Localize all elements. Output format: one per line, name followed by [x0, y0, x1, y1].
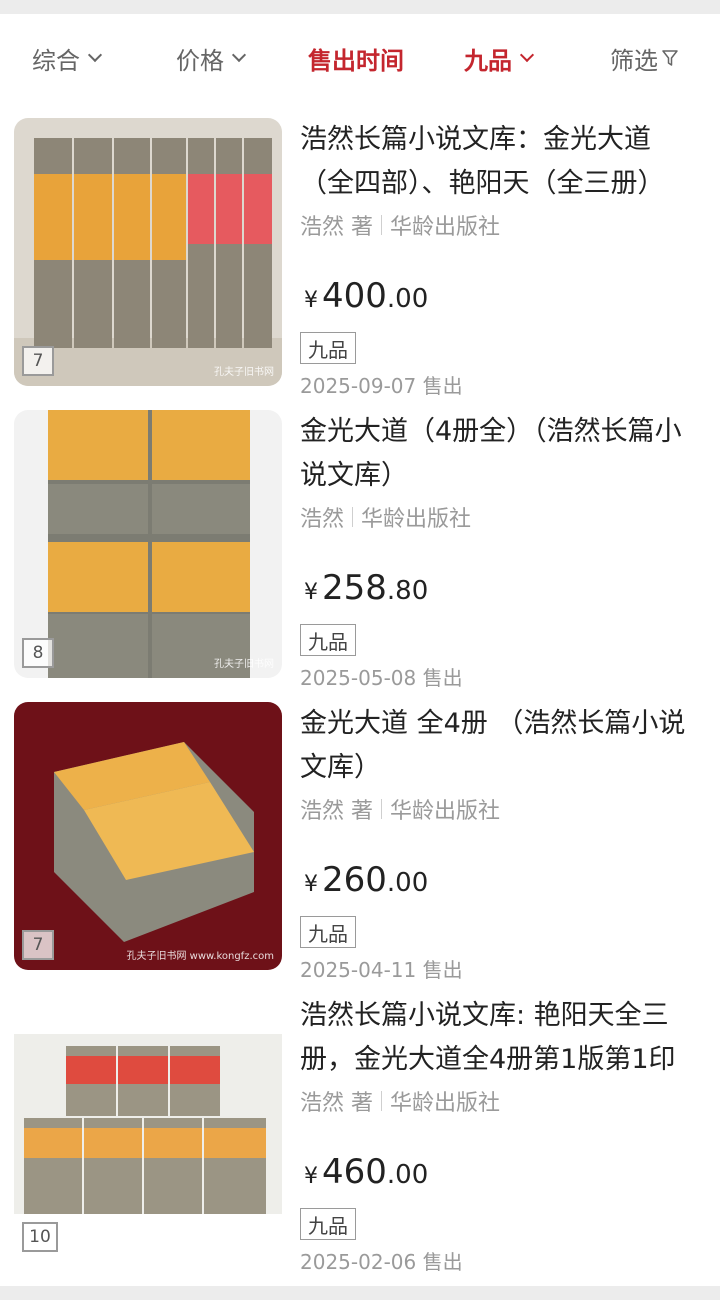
item-author: 浩然 著: [300, 215, 373, 240]
item-publisher: 华龄出版社: [390, 215, 501, 240]
chevron-down-icon: [231, 47, 247, 62]
image-count: 7: [22, 346, 54, 376]
item-title[interactable]: 金光大道（4册全）（浩然长篇小说文库）: [300, 410, 700, 498]
bottom-strip: [0, 1286, 720, 1300]
list-item[interactable]: 7 孔夫子旧书网 浩然长篇小说文库：金光大道（全四部）、艳阳天（全三册） 浩然 …: [0, 118, 720, 408]
divider: [381, 799, 382, 819]
top-strip: [0, 0, 720, 14]
book-thumbnail[interactable]: 8 孔夫子旧书网: [14, 410, 282, 678]
item-price: ¥ 460 .00: [304, 1152, 428, 1192]
item-author: 浩然: [300, 507, 345, 532]
item-price: ¥ 260 .00: [304, 860, 428, 900]
sort-comprehensive[interactable]: 综合: [32, 40, 103, 76]
currency-symbol: ¥: [304, 872, 318, 897]
sort-comprehensive-label: 综合: [32, 46, 80, 75]
item-price: ¥ 400 .00: [304, 276, 428, 316]
currency-symbol: ¥: [304, 1164, 318, 1189]
condition-dropdown-label: 九品: [464, 46, 512, 75]
item-title[interactable]: 浩然长篇小说文库：金光大道（全四部）、艳阳天（全三册）: [300, 118, 700, 206]
price-decimal: .80: [386, 576, 429, 606]
price-decimal: .00: [386, 868, 429, 898]
item-author: 浩然 著: [300, 799, 373, 824]
sold-date: 2025-04-11 售出: [300, 958, 463, 982]
condition-badge: 九品: [300, 332, 356, 364]
price-integer: 400: [322, 276, 387, 316]
book-photo: [14, 702, 282, 970]
filter-button-label: 筛选: [610, 46, 658, 75]
item-publisher: 华龄出版社: [390, 799, 501, 824]
book-thumbnail[interactable]: 7 孔夫子旧书网 www.kongfz.com: [14, 702, 282, 970]
item-meta: 浩然 著 华龄出版社: [300, 210, 700, 240]
image-count: 8: [22, 638, 54, 668]
condition-dropdown[interactable]: 九品: [464, 40, 535, 76]
item-author: 浩然 著: [300, 1091, 373, 1116]
image-count: 7: [22, 930, 54, 960]
item-meta: 浩然 著 华龄出版社: [300, 1086, 700, 1116]
currency-symbol: ¥: [304, 580, 318, 605]
filter-button[interactable]: 筛选: [610, 40, 678, 76]
condition-badge: 九品: [300, 1208, 356, 1240]
watermark: 孔夫子旧书网: [214, 367, 274, 378]
item-title[interactable]: 浩然长篇小说文库: 艳阳天全三册，金光大道全4册第1版第1印: [300, 994, 700, 1082]
list-item[interactable]: 10 孔夫子旧书网 浩然长篇小说文库: 艳阳天全三册，金光大道全4册第1版第1印…: [0, 994, 720, 1284]
watermark: 孔夫子旧书网 www.kongfz.com: [126, 951, 274, 962]
item-info: 金光大道 全4册 （浩然长篇小说文库） 浩然 著 华龄出版社 ¥ 260 .00…: [300, 702, 700, 982]
price-integer: 258: [322, 568, 387, 608]
book-thumbnail[interactable]: 7 孔夫子旧书网: [14, 118, 282, 386]
book-thumbnail[interactable]: 10 孔夫子旧书网: [14, 994, 282, 1262]
item-price: ¥ 258 .80: [304, 568, 428, 608]
sold-date: 2025-05-08 售出: [300, 666, 463, 690]
sort-price-label: 价格: [176, 46, 224, 75]
item-publisher: 华龄出版社: [390, 1091, 501, 1116]
sold-date: 2025-09-07 售出: [300, 374, 463, 398]
price-integer: 460: [322, 1152, 387, 1192]
sort-price[interactable]: 价格: [176, 40, 247, 76]
chevron-down-icon: [519, 47, 535, 62]
watermark: 孔夫子旧书网: [214, 1243, 274, 1254]
results-panel: 综合 价格 售出时间 九品 筛选 7 孔夫子旧书网 浩然长篇小说文库：金光大道（…: [0, 14, 720, 1286]
image-count: 10: [22, 1222, 58, 1252]
item-info: 浩然长篇小说文库: 艳阳天全三册，金光大道全4册第1版第1印 浩然 著 华龄出版…: [300, 994, 700, 1274]
list-item[interactable]: 8 孔夫子旧书网 金光大道（4册全）（浩然长篇小说文库） 浩然 华龄出版社 ¥ …: [0, 410, 720, 700]
filter-bar: 综合 价格 售出时间 九品 筛选: [0, 14, 720, 100]
divider: [381, 215, 382, 235]
condition-badge: 九品: [300, 916, 356, 948]
chevron-down-icon: [87, 47, 103, 62]
list-item[interactable]: 7 孔夫子旧书网 www.kongfz.com 金光大道 全4册 （浩然长篇小说…: [0, 702, 720, 992]
sort-sold-time-label: 售出时间: [308, 46, 404, 75]
currency-symbol: ¥: [304, 288, 318, 313]
item-meta: 浩然 著 华龄出版社: [300, 794, 700, 824]
sold-date: 2025-02-06 售出: [300, 1250, 463, 1274]
sort-sold-time[interactable]: 售出时间: [308, 40, 404, 76]
item-info: 浩然长篇小说文库：金光大道（全四部）、艳阳天（全三册） 浩然 著 华龄出版社 ¥…: [300, 118, 700, 398]
funnel-icon: [662, 50, 678, 66]
book-photo: [14, 118, 282, 386]
price-integer: 260: [322, 860, 387, 900]
item-info: 金光大道（4册全）（浩然长篇小说文库） 浩然 华龄出版社 ¥ 258 .80 九…: [300, 410, 700, 690]
item-meta: 浩然 华龄出版社: [300, 502, 700, 532]
item-title[interactable]: 金光大道 全4册 （浩然长篇小说文库）: [300, 702, 700, 790]
divider: [381, 1091, 382, 1111]
book-photo: [14, 410, 282, 678]
divider: [352, 507, 354, 527]
price-decimal: .00: [386, 1160, 429, 1190]
watermark: 孔夫子旧书网: [214, 659, 274, 670]
condition-badge: 九品: [300, 624, 356, 656]
item-publisher: 华龄出版社: [361, 507, 472, 532]
price-decimal: .00: [386, 284, 429, 314]
